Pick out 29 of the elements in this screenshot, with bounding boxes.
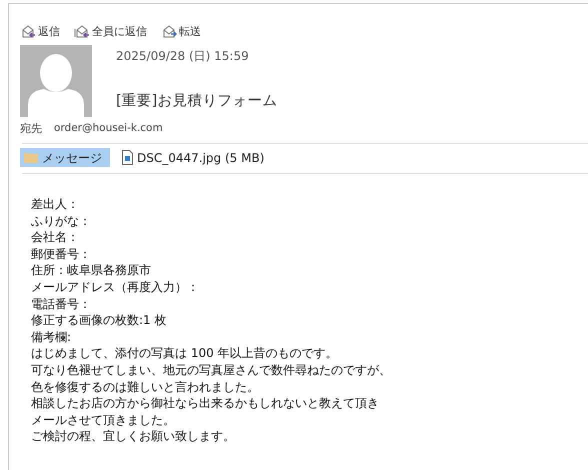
envelope-icon	[161, 25, 177, 40]
body-line: はじめまして、添付の写真は 100 年以上昔のものです。	[31, 345, 339, 362]
message-tab[interactable]: メッセージ	[20, 148, 110, 167]
recipient-label: 宛先	[20, 120, 42, 136]
body-line: メールさせて頂きました。	[31, 412, 176, 428]
recipient-address: order@housei-k.com	[54, 120, 163, 136]
reply-all-button[interactable]: 全員に返信	[74, 24, 147, 40]
body-line: 可なり色褪せてしまい、地元の写真屋さんで数件尋ねたのですが、	[31, 362, 392, 379]
body-line: 会社名：	[31, 229, 80, 246]
body-line: 備考欄:	[31, 328, 72, 346]
reply-button[interactable]: 返信	[20, 24, 60, 40]
body-line: 修正する画像の枚数:1 枚	[31, 312, 168, 329]
body-line: 郵便番号：	[31, 246, 92, 262]
envelope-icon	[20, 25, 36, 40]
body-line: ご検討の程、宜しくお願い致します。	[31, 428, 236, 445]
body-line: ふりがな：	[31, 212, 92, 230]
body-line: メールアドレス（再度入力）：	[31, 278, 200, 296]
subject-text: [重要]お見積りフォーム	[116, 92, 278, 110]
body-line: 色を修復するのは難しいと言われました。	[31, 378, 260, 396]
body-line: 差出人：	[31, 196, 80, 213]
date-text: 2025/09/28 (日) 15:59	[116, 48, 250, 64]
folder-icon	[24, 152, 38, 163]
body-line: 電話番号：	[31, 296, 92, 312]
body-line: 住所：岐阜県各務原市	[31, 262, 152, 279]
forward-button[interactable]: 転送	[161, 24, 201, 40]
image-file-icon	[122, 150, 133, 165]
attachment-tab[interactable]: DSC_0447.jpg (5 MB)	[118, 148, 268, 167]
body-line: 相談したお店の方から御社なら出来るかもしれないと教えて頂き	[31, 395, 380, 412]
envelope-icon	[74, 25, 90, 40]
